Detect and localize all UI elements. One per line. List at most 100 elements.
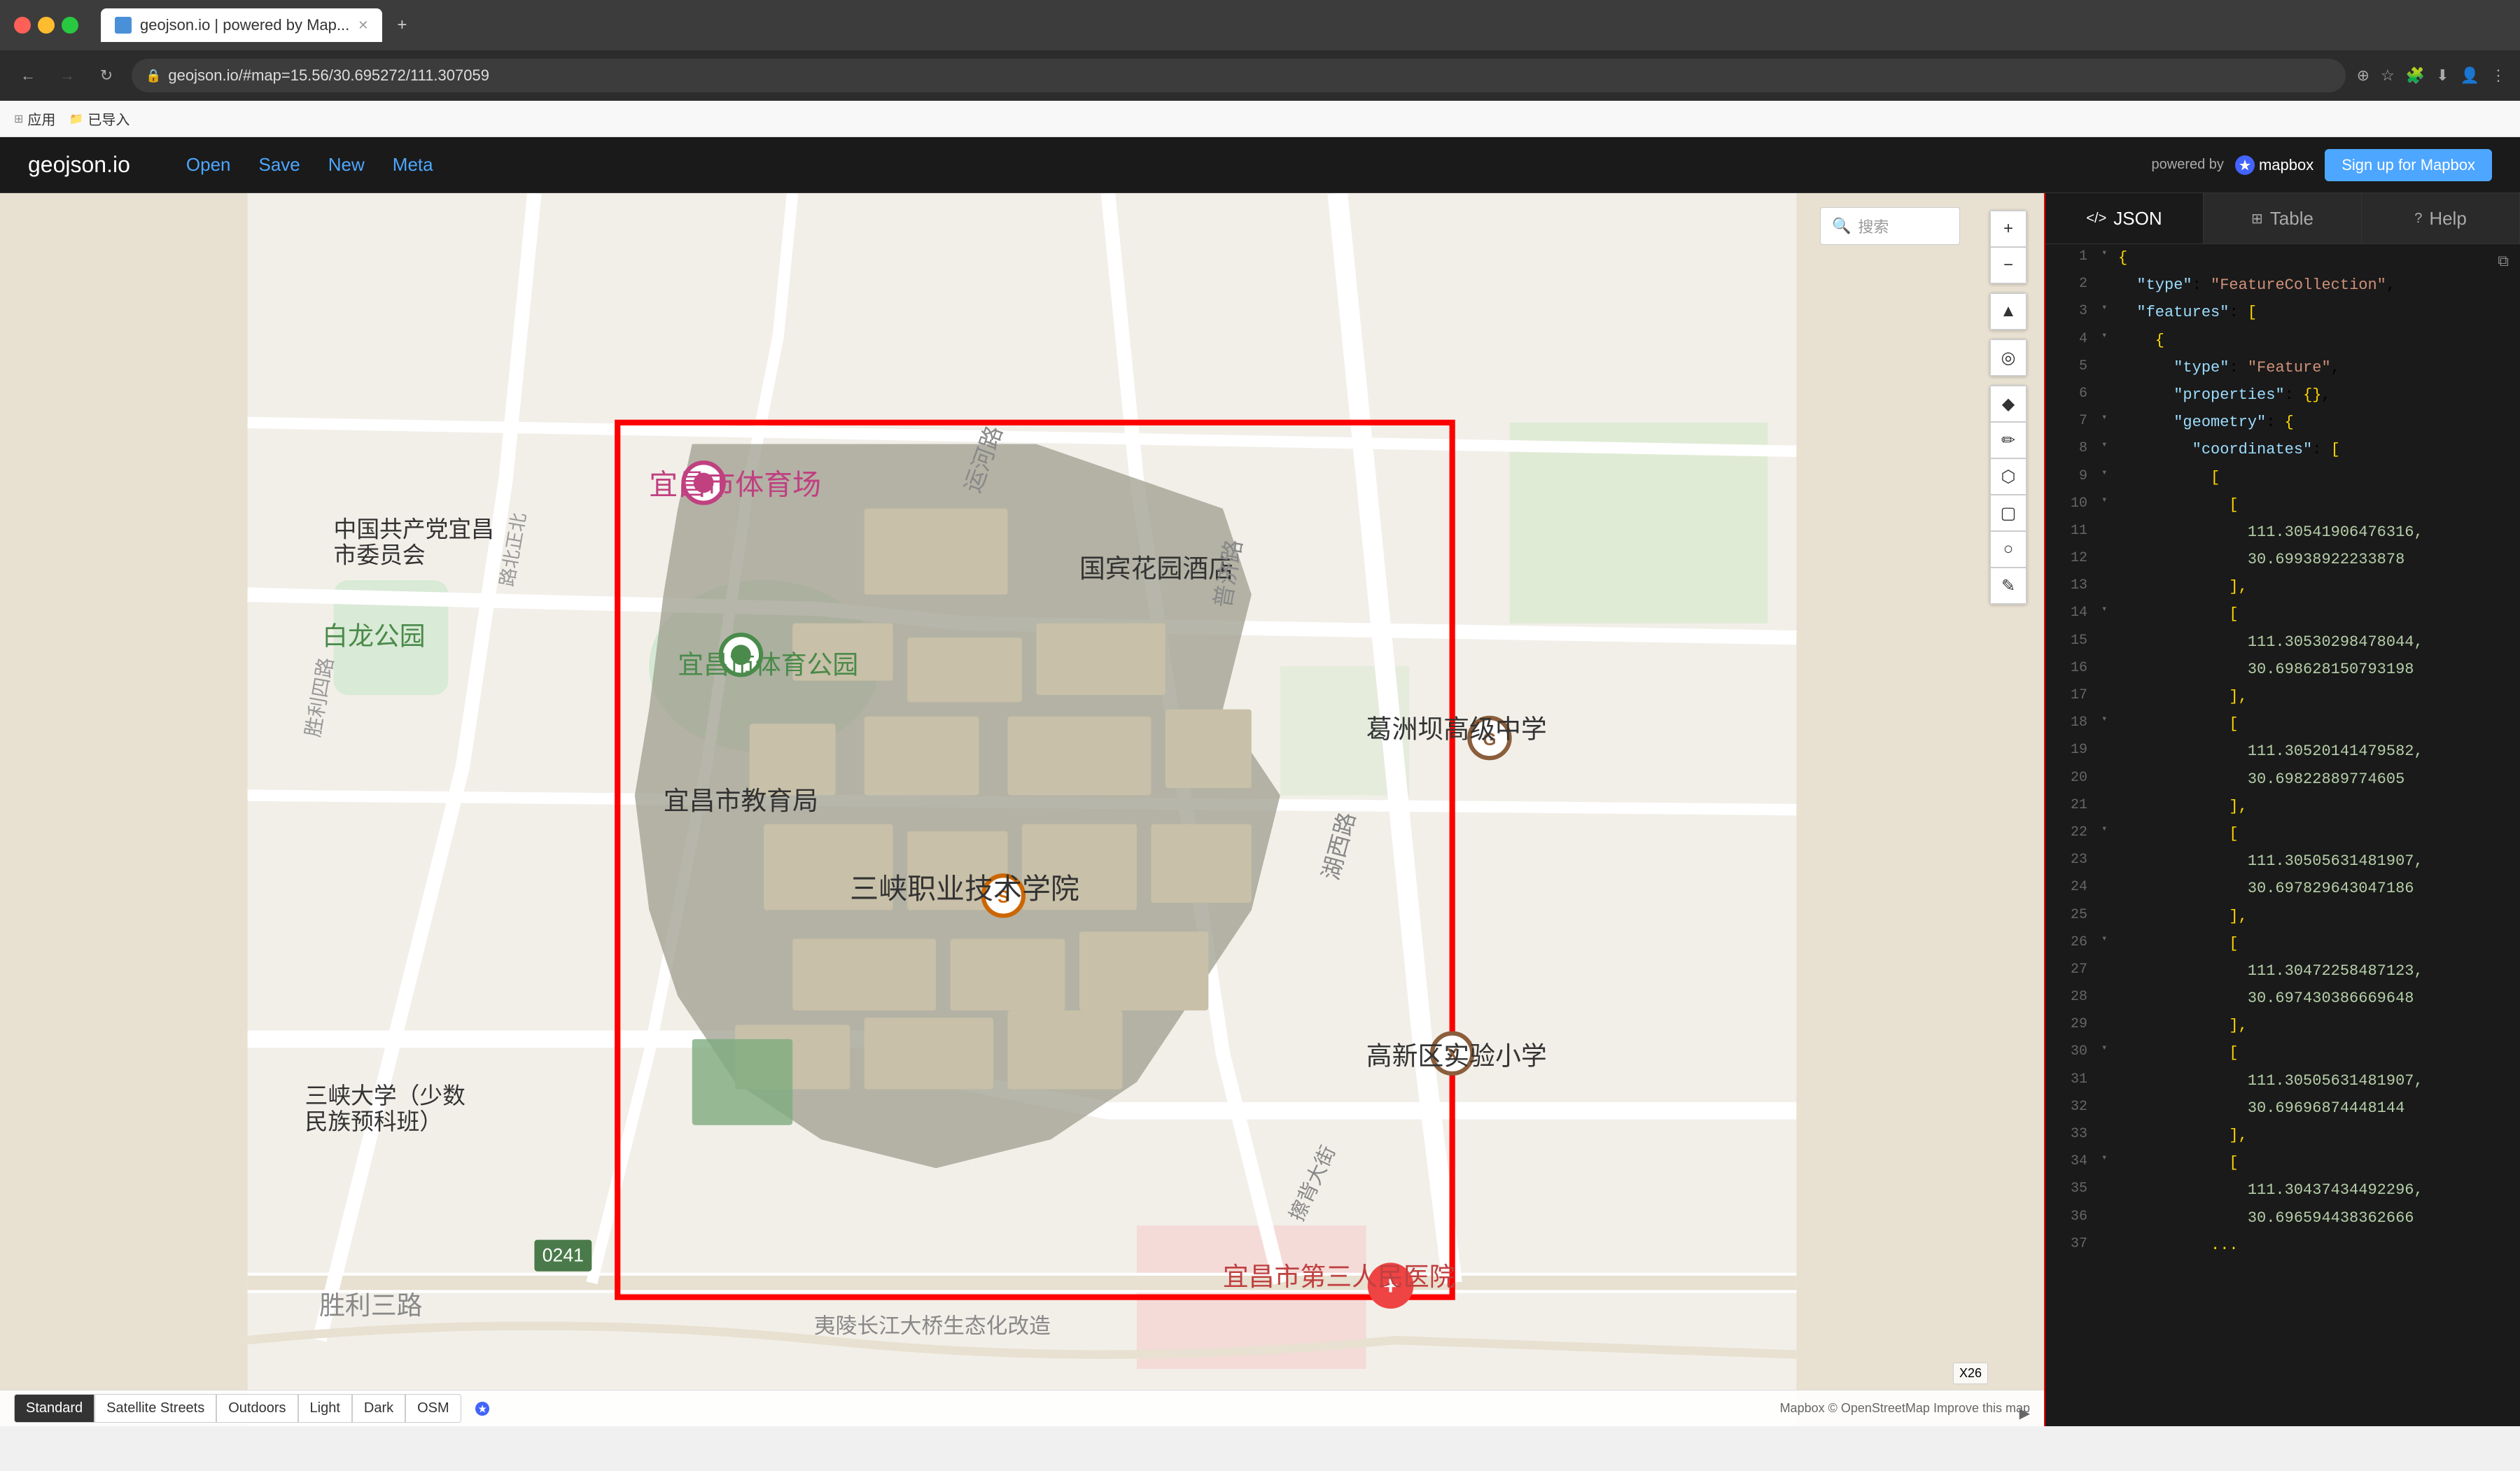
browser-toolbar: ⊕ ☆ 🧩 ⬇ 👤 ⋮: [2357, 66, 2506, 85]
nav-new[interactable]: New: [314, 154, 379, 176]
map-controls: + − ▲ ◎ ◆ ✏ ⬡ ▢ ○ ✎: [1989, 210, 2027, 605]
bookmark-icon[interactable]: ☆: [2381, 66, 2395, 85]
line-content: 111.30505631481907,: [2118, 1069, 2520, 1093]
draw-marker-btn[interactable]: ◆: [1990, 386, 2026, 422]
line-number: 31: [2045, 1069, 2101, 1091]
folder-icon: 📁: [69, 112, 83, 126]
svg-text:市委员会: 市委员会: [334, 542, 426, 568]
line-toggle[interactable]: ▾: [2101, 437, 2118, 453]
zoom-out-btn[interactable]: −: [1990, 247, 2026, 283]
json-editor[interactable]: ⧉ 1▾{2 "type": "FeatureCollection",3▾ "f…: [2045, 244, 2520, 1426]
json-line: 24 30.697829643047186: [2045, 875, 2520, 902]
line-number: 22: [2045, 822, 2101, 844]
line-toggle[interactable]: ▾: [2101, 410, 2118, 425]
line-number: 11: [2045, 520, 2101, 542]
line-content: {: [2118, 328, 2520, 353]
draw-rect-btn[interactable]: ▢: [1990, 495, 2026, 531]
style-satellite-btn[interactable]: Satellite Streets: [94, 1394, 216, 1423]
tab-close-btn[interactable]: ✕: [358, 18, 368, 33]
zoom-in-btn[interactable]: +: [1990, 211, 2026, 247]
tab-help[interactable]: ? Help: [2362, 193, 2520, 244]
line-content: 111.30437434492296,: [2118, 1178, 2520, 1202]
signup-button[interactable]: Sign up for Mapbox: [2325, 149, 2492, 181]
bookmark-apps[interactable]: ⊞ 应用: [14, 108, 55, 129]
json-line: 10▾ [: [2045, 491, 2520, 519]
line-toggle[interactable]: ▾: [2101, 300, 2118, 316]
json-line: 32 30.69696874448144: [2045, 1095, 2520, 1122]
line-content: 30.69822889774605: [2118, 767, 2520, 791]
line-content: [: [2118, 931, 2520, 956]
nav-save[interactable]: Save: [245, 154, 314, 176]
forward-btn[interactable]: →: [53, 62, 81, 90]
north-btn[interactable]: ▲: [1990, 293, 2026, 330]
draw-circle-btn[interactable]: ○: [1990, 531, 2026, 568]
json-line: 7▾ "geometry": {: [2045, 409, 2520, 436]
profile-icon[interactable]: 👤: [2460, 66, 2479, 85]
back-btn[interactable]: ←: [14, 62, 42, 90]
nav-meta[interactable]: Meta: [379, 154, 447, 176]
json-line: 21 ],: [2045, 793, 2520, 820]
close-window-btn[interactable]: [14, 17, 31, 34]
svg-text:民族预科班）: 民族预科班）: [305, 1108, 443, 1134]
location-btn[interactable]: ◎: [1990, 339, 2026, 376]
map-style-selector: Standard Satellite Streets Outdoors Ligh…: [14, 1394, 461, 1423]
line-content: 111.30472258487123,: [2118, 959, 2520, 983]
tab-json[interactable]: </> JSON: [2045, 193, 2204, 244]
line-toggle[interactable]: ▾: [2101, 822, 2118, 837]
line-number: 21: [2045, 794, 2101, 817]
style-outdoors-btn[interactable]: Outdoors: [216, 1394, 298, 1423]
search-placeholder: 搜索: [1858, 215, 1889, 237]
minimize-window-btn[interactable]: [38, 17, 55, 34]
address-input[interactable]: 🔒 geojson.io/#map=15.56/30.695272/111.30…: [132, 59, 2346, 92]
extensions-icon[interactable]: 🧩: [2406, 66, 2425, 85]
line-content: {: [2118, 246, 2520, 270]
nav-open[interactable]: Open: [172, 154, 245, 176]
line-toggle[interactable]: ▾: [2101, 493, 2118, 508]
bookmark-apps-label: 应用: [27, 108, 55, 129]
svg-text:三峡大学（少数: 三峡大学（少数: [305, 1083, 465, 1108]
browser-tab[interactable]: geojson.io | powered by Map... ✕: [101, 8, 382, 42]
line-toggle[interactable]: ▾: [2101, 1041, 2118, 1056]
right-panel: </> JSON ⊞ Table ? Help ⧉ 1▾{2 "type":: [2044, 193, 2520, 1426]
menu-icon[interactable]: ⋮: [2491, 66, 2506, 85]
line-toggle[interactable]: ▾: [2101, 246, 2118, 261]
translate-icon[interactable]: ⊕: [2357, 66, 2370, 85]
tab-table[interactable]: ⊞ Table: [2204, 193, 2362, 244]
line-number: 24: [2045, 876, 2101, 899]
new-tab-btn[interactable]: +: [388, 11, 416, 39]
svg-text:宜昌市第三人民医院: 宜昌市第三人民医院: [1223, 1262, 1455, 1291]
search-icon: 🔍: [1832, 217, 1851, 235]
json-line: 35 111.30437434492296,: [2045, 1176, 2520, 1204]
download-icon[interactable]: ⬇: [2436, 66, 2449, 85]
json-line: 1▾{: [2045, 244, 2520, 272]
zoom-level: X26: [1959, 1366, 1982, 1380]
json-line: 15 111.30530298478044,: [2045, 628, 2520, 656]
style-dark-btn[interactable]: Dark: [352, 1394, 405, 1423]
expand-map-btn[interactable]: ▶: [2019, 1405, 2030, 1422]
map-area[interactable]: S G X + 宜昌市体育场 中国共产党宜昌 市委员会 白龙公园 宜昌市体: [0, 193, 2044, 1426]
line-toggle[interactable]: ▾: [2101, 1150, 2118, 1166]
json-line: 25 ],: [2045, 903, 2520, 930]
draw-polygon-btn[interactable]: ⬡: [1990, 458, 2026, 495]
svg-text:国宾花园酒店: 国宾花园酒店: [1079, 554, 1234, 583]
line-toggle[interactable]: ▾: [2101, 328, 2118, 344]
draw-line-btn[interactable]: ✏: [1990, 422, 2026, 458]
copy-btn[interactable]: ⧉: [2498, 250, 2509, 274]
style-light-btn[interactable]: Light: [298, 1394, 352, 1423]
line-toggle[interactable]: ▾: [2101, 465, 2118, 481]
json-line: 16 30.698628150793198: [2045, 656, 2520, 683]
svg-text:宜昌市体育公园: 宜昌市体育公园: [678, 650, 858, 679]
refresh-btn[interactable]: ↻: [92, 62, 120, 90]
edit-features-btn[interactable]: ✎: [1990, 568, 2026, 604]
line-toggle[interactable]: ▾: [2101, 931, 2118, 947]
map-search-bar[interactable]: 🔍 搜索: [1820, 207, 1960, 245]
line-toggle[interactable]: ▾: [2101, 602, 2118, 617]
json-line: 17 ],: [2045, 683, 2520, 710]
line-toggle[interactable]: ▾: [2101, 712, 2118, 727]
maximize-window-btn[interactable]: [62, 17, 78, 34]
style-osm-btn[interactable]: OSM: [405, 1394, 461, 1423]
map-canvas: S G X + 宜昌市体育场 中国共产党宜昌 市委员会 白龙公园 宜昌市体: [0, 193, 2044, 1426]
bookmark-imported[interactable]: 📁 已导入: [69, 108, 130, 129]
style-standard-btn[interactable]: Standard: [14, 1394, 94, 1423]
line-content: "geometry": {: [2118, 410, 2520, 435]
